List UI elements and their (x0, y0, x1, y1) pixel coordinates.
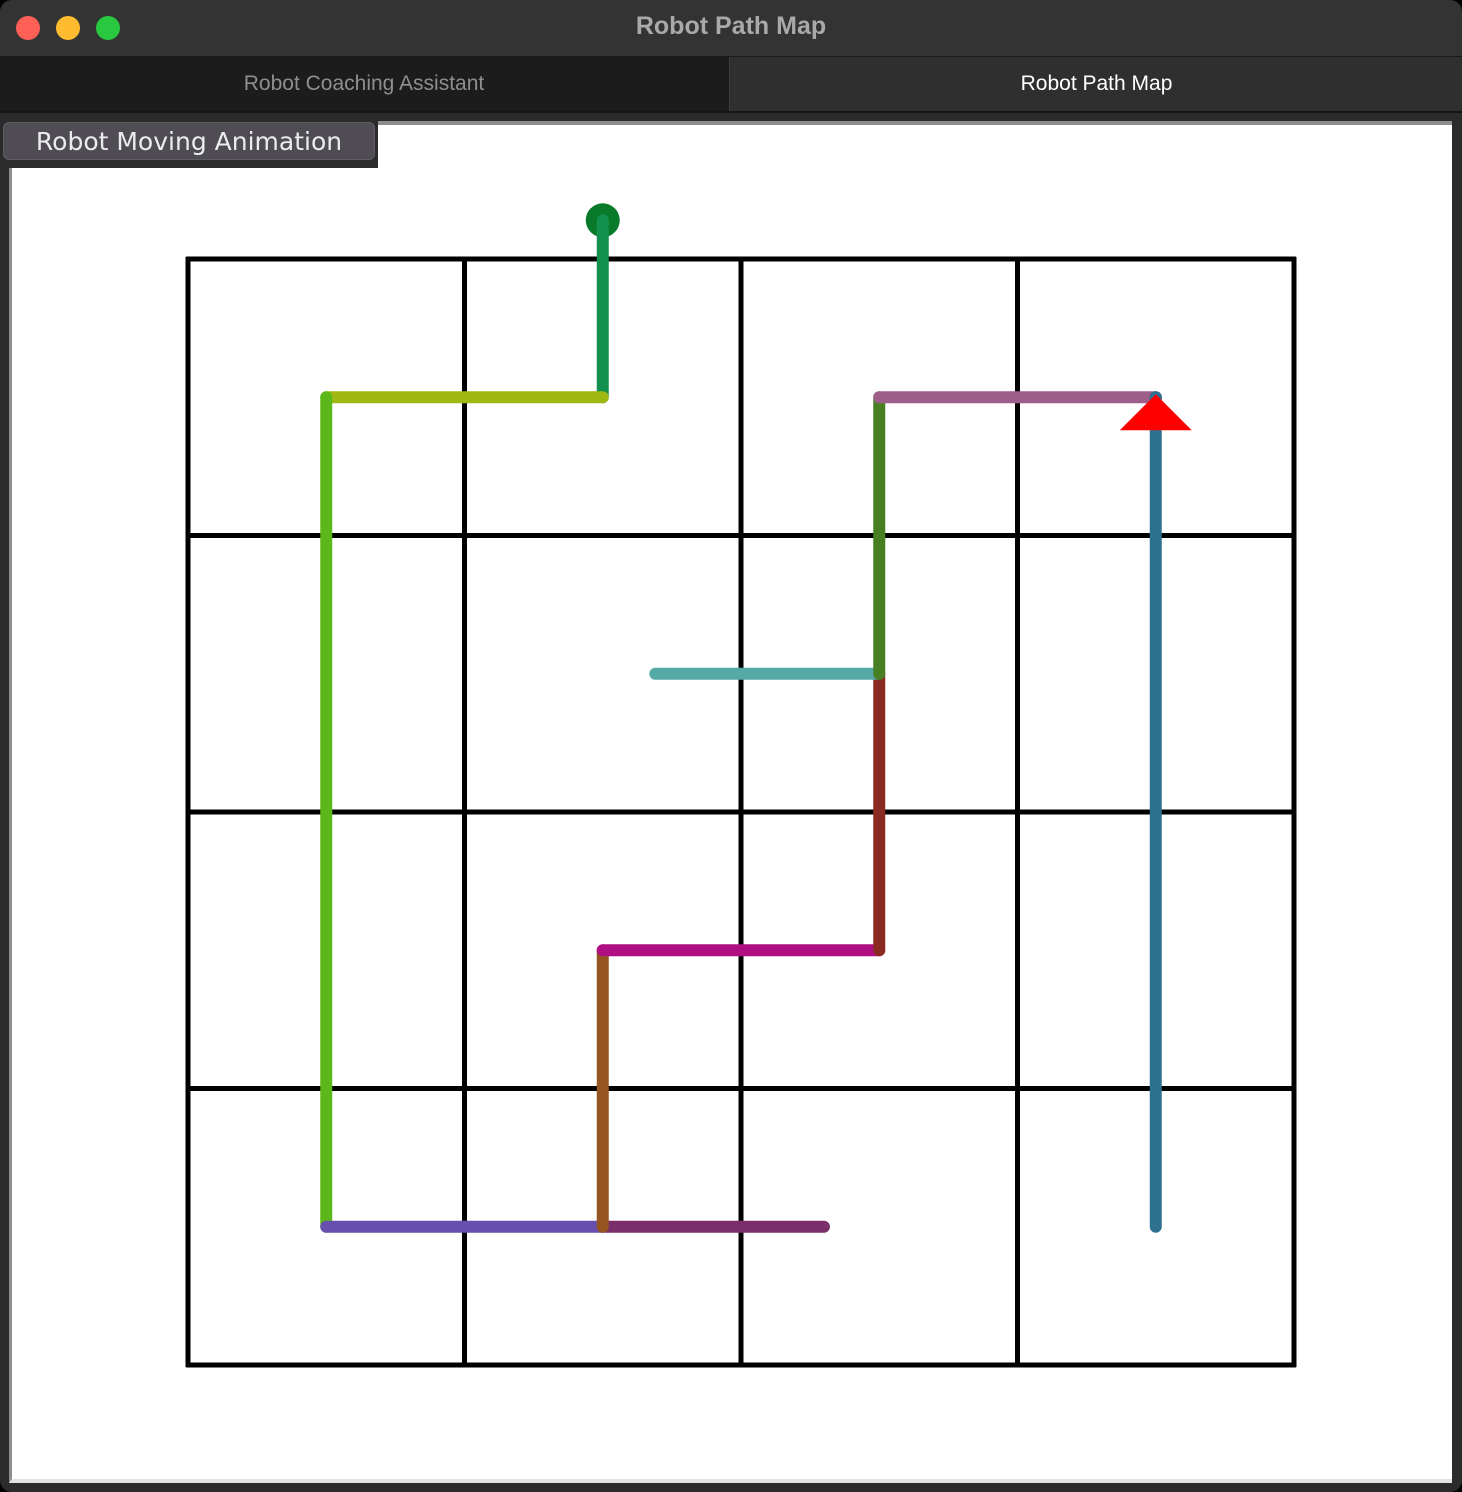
tab-content: Robot Moving Animation (0, 113, 1462, 1492)
tab-bar: Robot Coaching Assistant Robot Path Map (0, 57, 1462, 113)
window-title: Robot Path Map (635, 12, 827, 40)
tab-robot-coaching-assistant[interactable]: Robot Coaching Assistant (0, 57, 728, 111)
app-window: Robot Path Map Robot Coaching Assistant … (0, 0, 1462, 1492)
path-map-svg (185, 203, 1297, 1368)
title-bar: Robot Path Map (0, 0, 1462, 57)
map-canvas (9, 121, 1452, 1483)
robot-moving-animation-button[interactable]: Robot Moving Animation (3, 122, 375, 160)
tab-robot-path-map[interactable]: Robot Path Map (729, 57, 1462, 111)
